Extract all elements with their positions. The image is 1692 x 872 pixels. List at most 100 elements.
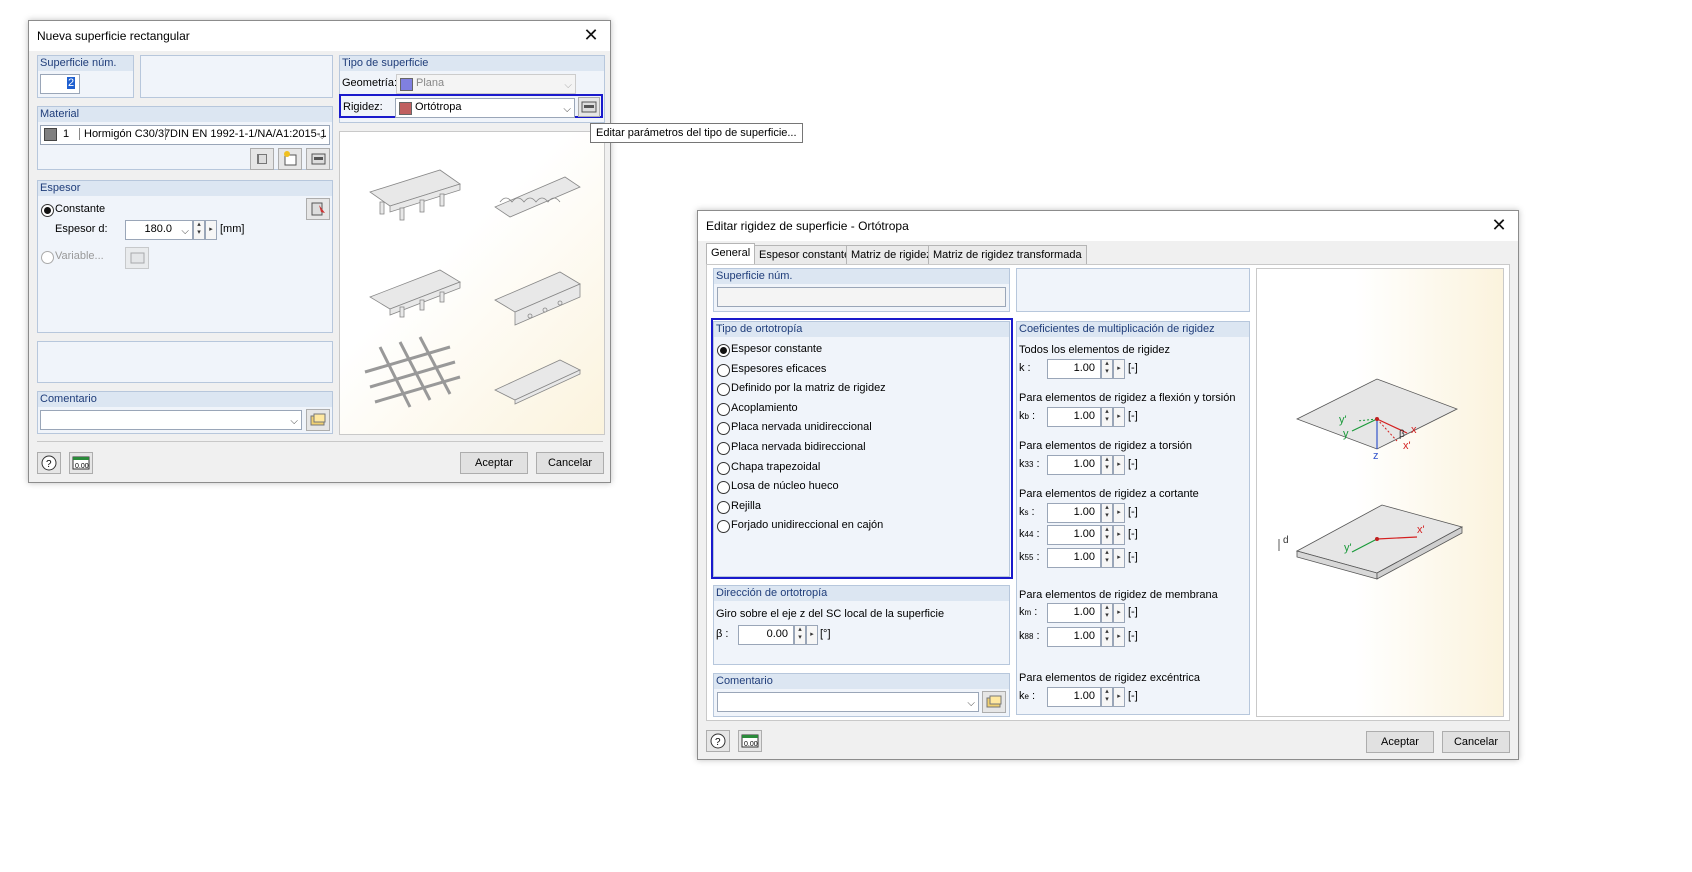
- stiffness-highlight: Rigidez: Ortótropa ⌵: [339, 94, 603, 118]
- footer-separator: [37, 441, 603, 442]
- edit-material-button[interactable]: [306, 148, 330, 170]
- cancel-button[interactable]: Cancelar: [536, 452, 604, 474]
- coef-spinner[interactable]: ▴ ▾: [1101, 407, 1113, 427]
- chevron-down-icon[interactable]: ⌵: [181, 223, 189, 241]
- thickness-unit: [mm]: [220, 223, 245, 235]
- variable-edit-button[interactable]: [125, 247, 149, 269]
- help-button[interactable]: ?: [706, 730, 730, 752]
- coef-input-k88[interactable]: 1.00: [1047, 627, 1101, 647]
- thickness-step-right[interactable]: ▸: [205, 220, 217, 240]
- comment-icon: [986, 695, 1002, 708]
- coef-input-k[interactable]: 1.00: [1047, 359, 1101, 379]
- coef-input-k33[interactable]: 1.00: [1047, 455, 1101, 475]
- coef-step-right[interactable]: ▸: [1113, 525, 1125, 545]
- new-surface-dialog: Nueva superficie rectangular ✕ Superfici…: [28, 20, 611, 483]
- constant-radio[interactable]: [41, 204, 54, 217]
- coef-step-right[interactable]: ▸: [1113, 548, 1125, 568]
- coef-spinner[interactable]: ▴ ▾: [1101, 627, 1113, 647]
- coef-input-k55[interactable]: 1.00: [1047, 548, 1101, 568]
- comment-library-button[interactable]: [982, 691, 1006, 713]
- group-title: Material: [40, 108, 80, 120]
- coef-input-ks[interactable]: 1.00: [1047, 503, 1101, 523]
- coef-spinner[interactable]: ▴ ▾: [1101, 548, 1113, 568]
- chevron-down-icon[interactable]: ⌵: [290, 413, 298, 431]
- coef-input-kb[interactable]: 1.00: [1047, 407, 1101, 427]
- coef-step-right[interactable]: ▸: [1113, 455, 1125, 475]
- constant-label: Constante: [55, 203, 106, 215]
- tab-transformed-matrix[interactable]: Matriz de rigidez transformada: [928, 245, 1087, 264]
- comment-input[interactable]: ⌵: [717, 692, 979, 712]
- close-icon[interactable]: ✕: [1490, 215, 1508, 235]
- help-icon: ?: [41, 455, 57, 471]
- coef-step-right[interactable]: ▸: [1113, 359, 1125, 379]
- tab-constant-thickness[interactable]: Espesor constante: [754, 245, 856, 264]
- tab-general[interactable]: General: [706, 243, 756, 264]
- material-select[interactable]: 1 Hormigón C30/37 DIN EN 1992-1-1/NA/A1:…: [40, 125, 330, 145]
- blank-panel: [140, 55, 333, 98]
- chevron-down-icon[interactable]: ⌵: [564, 77, 572, 95]
- material-library-button[interactable]: [250, 148, 274, 170]
- new-material-button[interactable]: [278, 148, 302, 170]
- comment-input[interactable]: ⌵: [40, 410, 302, 430]
- coef-input-ke[interactable]: 1.00: [1047, 687, 1101, 707]
- coef-input-k44[interactable]: 1.00: [1047, 525, 1101, 545]
- surface-no-input[interactable]: [717, 287, 1006, 307]
- z-label: z: [1373, 450, 1379, 462]
- edit-stiffness-dialog: Editar rigidez de superficie - Ortótropa…: [697, 210, 1519, 760]
- geometry-swatch: [400, 78, 413, 91]
- ok-button[interactable]: Aceptar: [1366, 731, 1434, 753]
- stiffness-value: Ortótropa: [415, 101, 462, 113]
- help-button[interactable]: ?: [37, 452, 61, 474]
- material-group: Material 1 Hormigón C30/37 DIN EN 1992-1…: [37, 106, 333, 170]
- geometry-select[interactable]: Plana ⌵: [396, 74, 576, 94]
- stiffness-swatch: [399, 102, 412, 115]
- coef-step-right[interactable]: ▸: [1113, 603, 1125, 623]
- beta-input[interactable]: 0.00: [738, 625, 794, 645]
- coef-spinner[interactable]: ▴ ▾: [1101, 359, 1113, 379]
- variable-radio[interactable]: [41, 251, 54, 264]
- beta-spinner[interactable]: ▴ ▾: [794, 625, 806, 645]
- cancel-button[interactable]: Cancelar: [1442, 731, 1510, 753]
- coef-step-right[interactable]: ▸: [1113, 687, 1125, 707]
- coef-symbol-k33: k33 :: [1019, 458, 1040, 470]
- coef-membrane-label: Para elementos de rigidez de membrana: [1019, 589, 1218, 601]
- group-title: Comentario: [40, 393, 97, 405]
- ok-button[interactable]: Aceptar: [460, 452, 528, 474]
- coef-unit: [-]: [1128, 630, 1138, 642]
- coef-step-right[interactable]: ▸: [1113, 407, 1125, 427]
- coef-spinner[interactable]: ▴ ▾: [1101, 525, 1113, 545]
- thickness-spinner[interactable]: ▴ ▾: [193, 220, 205, 240]
- coef-spinner[interactable]: ▴ ▾: [1101, 455, 1113, 475]
- edit-surface-type-button[interactable]: [578, 97, 600, 117]
- close-icon[interactable]: ✕: [582, 25, 600, 45]
- coef-spinner[interactable]: ▴ ▾: [1101, 603, 1113, 623]
- coef-unit: [-]: [1128, 606, 1138, 618]
- coef-spinner[interactable]: ▴ ▾: [1101, 687, 1113, 707]
- surface-type-image: [339, 131, 605, 435]
- comment-group: Comentario ⌵: [37, 391, 333, 434]
- tab-stiffness-matrix[interactable]: Matriz de rigidez: [846, 245, 937, 264]
- coef-symbol-ks: ks :: [1019, 506, 1035, 518]
- coef-step-right[interactable]: ▸: [1113, 627, 1125, 647]
- coef-unit: [-]: [1128, 690, 1138, 702]
- coef-value: 1.00: [1073, 362, 1095, 374]
- units-button[interactable]: 0.00: [69, 452, 93, 474]
- coef-step-right[interactable]: ▸: [1113, 503, 1125, 523]
- surface-no-input[interactable]: 2: [40, 74, 80, 94]
- units-button[interactable]: 0.00: [738, 730, 762, 752]
- coef-symbol-k: k :: [1019, 362, 1031, 374]
- chevron-down-icon[interactable]: ⌵: [318, 128, 326, 146]
- comment-library-button[interactable]: [306, 409, 330, 431]
- geometry-value: Plana: [416, 77, 445, 89]
- thickness-d-input[interactable]: 180.0 ⌵: [125, 220, 193, 240]
- thickness-group: Espesor Constante Espesor d: 180.0 ⌵ ▴ ▾ …: [37, 180, 333, 333]
- chevron-down-icon[interactable]: ⌵: [967, 695, 975, 713]
- coef-unit: [-]: [1128, 551, 1138, 563]
- stiffness-select[interactable]: Ortótropa ⌵: [395, 98, 575, 118]
- coef-spinner[interactable]: ▴ ▾: [1101, 503, 1113, 523]
- thickness-pick-button[interactable]: [306, 198, 330, 220]
- coef-input-km[interactable]: 1.00: [1047, 603, 1101, 623]
- beta-step-right[interactable]: ▸: [806, 625, 818, 645]
- surface-no-value: 2: [67, 77, 76, 89]
- chevron-down-icon[interactable]: ⌵: [563, 101, 571, 119]
